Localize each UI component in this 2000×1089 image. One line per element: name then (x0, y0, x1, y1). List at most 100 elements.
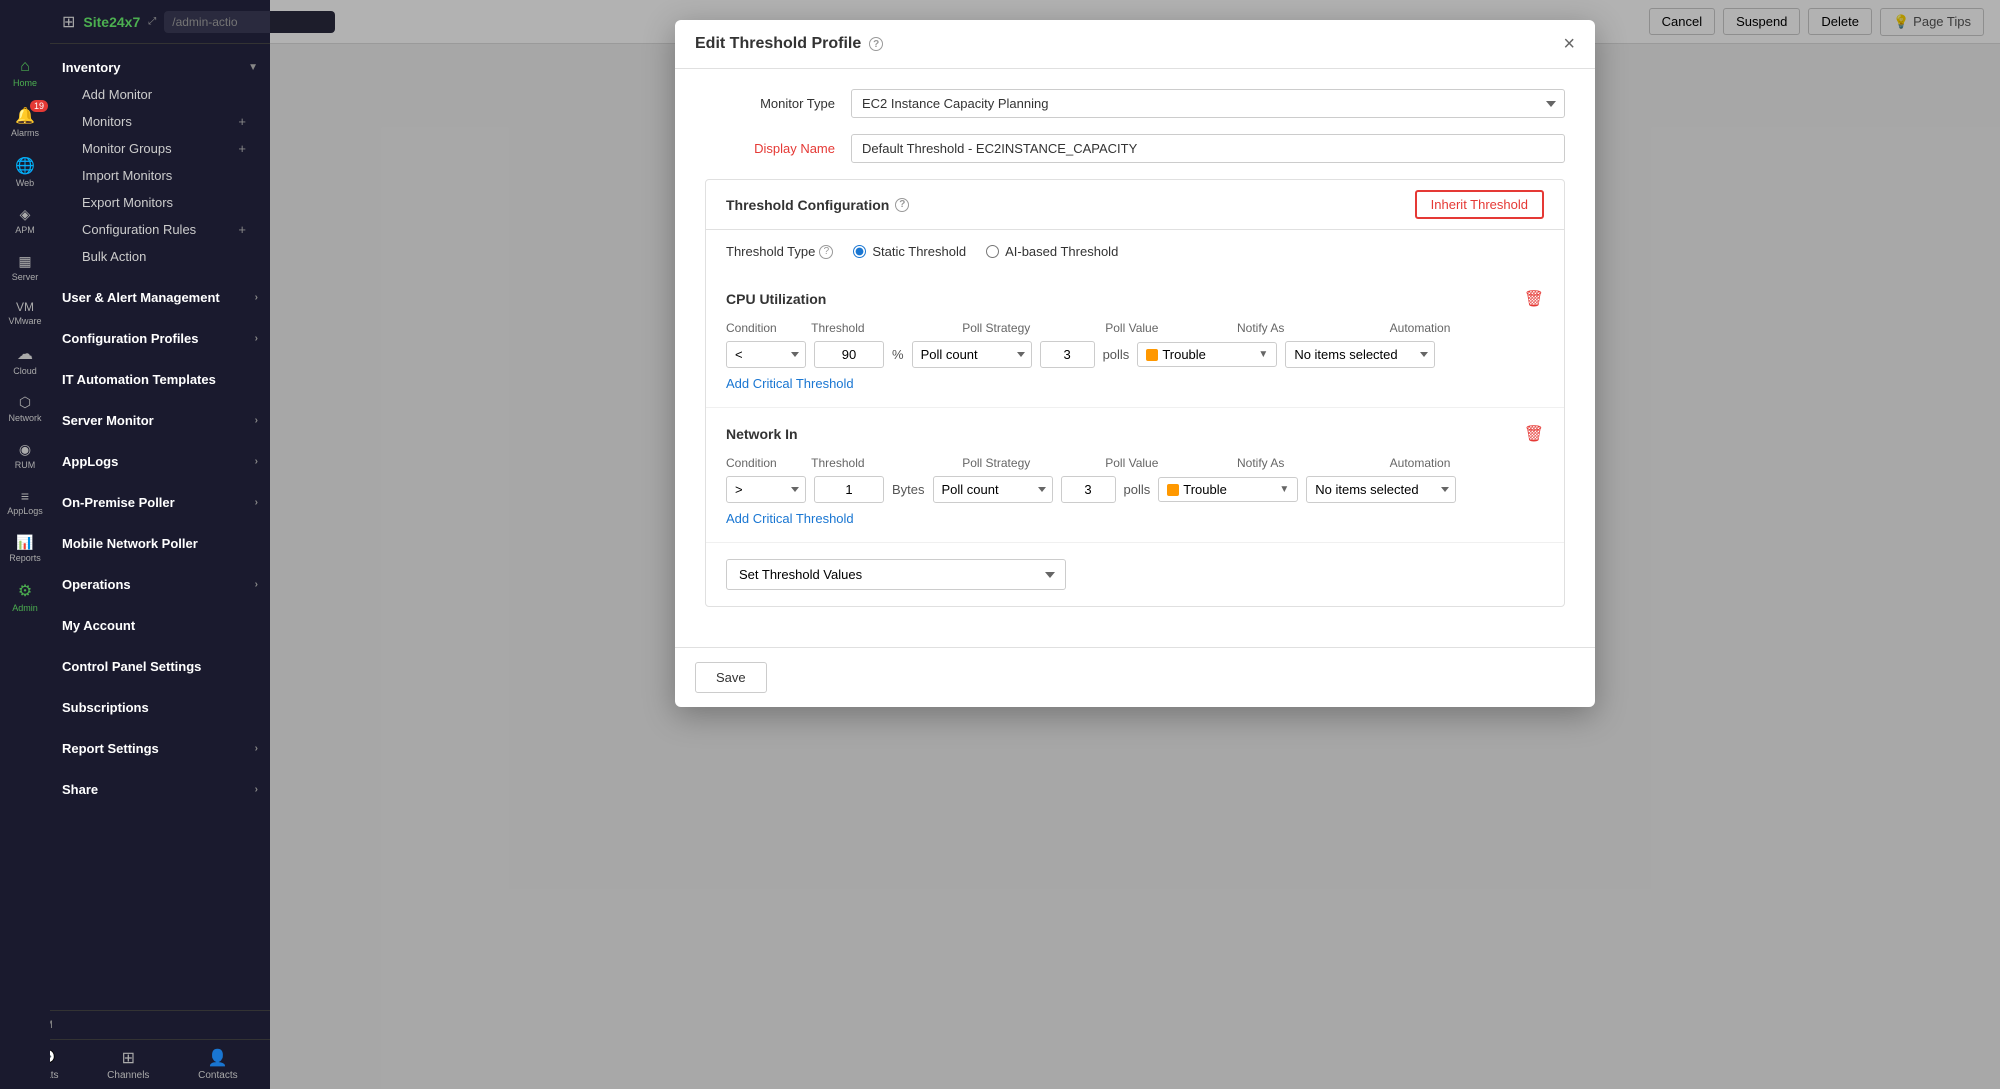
edit-threshold-modal: Edit Threshold Profile ? × Monitor Type … (675, 20, 1595, 707)
set-threshold-select[interactable]: Set Threshold Values (726, 559, 1066, 590)
network-in-delete-icon[interactable]: 🗑 (1524, 424, 1544, 444)
applogs-icon: ≡ (21, 488, 29, 504)
applogs-title[interactable]: AppLogs › (62, 448, 258, 475)
network-in-block: Network In 🗑 Condition Threshold Poll St… (706, 408, 1564, 543)
server-monitor-title[interactable]: Server Monitor › (62, 407, 258, 434)
monitor-type-select[interactable]: EC2 Instance Capacity Planning (851, 89, 1565, 118)
cpu-poll-value-input[interactable] (1040, 341, 1095, 368)
control-panel-title[interactable]: Control Panel Settings (62, 653, 258, 680)
sidebar-section-applogs: AppLogs › (50, 438, 270, 479)
modal-title-info-icon[interactable]: ? (869, 37, 883, 51)
cpu-poll-strategy-select[interactable]: Poll count (912, 341, 1032, 368)
contacts-nav[interactable]: 👤 Contacts (198, 1048, 237, 1081)
sidebar-item-config-rules[interactable]: Configuration Rules + (62, 216, 258, 243)
nav-icon-server[interactable]: ▦ Server (0, 245, 50, 290)
sidebar-item-monitor-groups[interactable]: Monitor Groups + (62, 135, 258, 162)
sidebar-section-user-alert: User & Alert Management › (50, 274, 270, 315)
web-icon: 🌐 (15, 156, 35, 176)
inventory-chevron: ▼ (248, 62, 258, 73)
config-profiles-chevron: › (255, 333, 258, 344)
alarms-badge: 19 (30, 100, 48, 112)
network-in-add-critical-link[interactable]: Add Critical Threshold (726, 511, 854, 526)
cpu-condition-select[interactable]: < > (726, 341, 806, 368)
nav-icon-network[interactable]: ⬡ Network (0, 386, 50, 431)
sidebar-item-bulk-action[interactable]: Bulk Action (62, 243, 258, 270)
network-in-condition-select[interactable]: > < (726, 476, 806, 503)
cpu-notify-label: Trouble (1162, 347, 1206, 362)
config-profiles-title[interactable]: Configuration Profiles › (62, 325, 258, 352)
monitor-type-label: Monitor Type (705, 96, 835, 111)
nav-icon-web[interactable]: 🌐 Web (0, 148, 50, 196)
save-button[interactable]: Save (695, 662, 767, 693)
share-title[interactable]: Share › (62, 776, 258, 803)
inherit-threshold-button[interactable]: Inherit Threshold (1415, 190, 1544, 219)
cpu-automation-select[interactable]: No items selected (1285, 341, 1435, 368)
nav-icon-rum[interactable]: ◉ RUM (0, 433, 50, 478)
server-icon: ▦ (18, 253, 31, 270)
vmware-icon: VM (16, 300, 34, 314)
modal-title: Edit Threshold Profile ? (695, 35, 883, 53)
cpu-delete-icon[interactable]: 🗑 (1524, 289, 1544, 309)
threshold-type-label: Threshold Type ? (726, 244, 833, 259)
nav-icon-reports[interactable]: 📊 Reports (0, 526, 50, 571)
network-in-notify-select[interactable]: Trouble ▼ (1158, 477, 1298, 502)
channels-nav[interactable]: ⊞ Channels (107, 1048, 149, 1081)
network-in-columns: Condition Threshold Poll Strategy Poll V… (726, 456, 1544, 470)
nav-icon-cloud[interactable]: ☁ Cloud (0, 336, 50, 384)
rum-icon: ◉ (19, 441, 31, 458)
cpu-notify-select[interactable]: Trouble ▼ (1137, 342, 1277, 367)
network-in-poll-strategy-select[interactable]: Poll count (933, 476, 1053, 503)
cpu-row: < > % Poll count polls (726, 341, 1544, 368)
report-settings-title[interactable]: Report Settings › (62, 735, 258, 762)
plus-icon: + (238, 114, 246, 129)
nav-icon-home[interactable]: ⌂ Home (0, 50, 50, 96)
network-in-automation-select[interactable]: No items selected (1306, 476, 1456, 503)
display-name-input[interactable] (851, 134, 1565, 163)
reports-icon: 📊 (16, 534, 33, 551)
nav-icon-admin[interactable]: ⚙ Admin (0, 573, 50, 621)
modal-header: Edit Threshold Profile ? × (675, 20, 1595, 69)
cpu-threshold-input[interactable] (814, 341, 884, 368)
network-in-poll-value-input[interactable] (1061, 476, 1116, 503)
display-name-row: Display Name (705, 134, 1565, 163)
sidebar-item-import-monitors[interactable]: Import Monitors (62, 162, 258, 189)
cloud-icon: ☁ (17, 344, 33, 364)
cpu-columns: Condition Threshold Poll Strategy Poll V… (726, 321, 1544, 335)
nav-icon-apm[interactable]: ◈ APM (0, 198, 50, 243)
operations-title[interactable]: Operations › (62, 571, 258, 598)
home-icon: ⌂ (20, 58, 30, 76)
inventory-section-title[interactable]: Inventory ▼ (62, 54, 258, 81)
sidebar-item-add-monitor[interactable]: Add Monitor (62, 81, 258, 108)
threshold-type-info-icon[interactable]: ? (819, 245, 833, 259)
nav-icon-applogs[interactable]: ≡ AppLogs (0, 480, 50, 524)
server-monitor-chevron: › (255, 415, 258, 426)
sidebar-item-export-monitors[interactable]: Export Monitors (62, 189, 258, 216)
sidebar-section-mobile-network: Mobile Network Poller (50, 520, 270, 561)
operations-chevron: › (255, 579, 258, 590)
sidebar-item-monitors[interactable]: Monitors + (62, 108, 258, 135)
on-premise-title[interactable]: On-Premise Poller › (62, 489, 258, 516)
it-automation-title[interactable]: IT Automation Templates (62, 366, 258, 393)
sidebar-section-report-settings: Report Settings › (50, 725, 270, 766)
threshold-config-info-icon[interactable]: ? (895, 198, 909, 212)
nav-icon-vmware[interactable]: VM VMware (0, 292, 50, 334)
resize-icon: ⤢ (148, 16, 156, 27)
modal-body: Monitor Type EC2 Instance Capacity Plann… (675, 69, 1595, 647)
ai-threshold-option[interactable]: AI-based Threshold (986, 244, 1118, 259)
threshold-config-header: Threshold Configuration ? Inherit Thresh… (706, 180, 1564, 230)
network-in-header: Network In 🗑 (726, 424, 1544, 444)
modal-overlay: Edit Threshold Profile ? × Monitor Type … (270, 0, 2000, 1089)
network-in-threshold-input[interactable] (814, 476, 884, 503)
sidebar-section-my-account: My Account (50, 602, 270, 643)
user-alert-title[interactable]: User & Alert Management › (62, 284, 258, 311)
my-account-title[interactable]: My Account (62, 612, 258, 639)
sidebar-section-server-monitor: Server Monitor › (50, 397, 270, 438)
nav-icon-alarms[interactable]: 🔔 19 Alarms (0, 98, 50, 146)
sidebar-section-subscriptions: Subscriptions (50, 684, 270, 725)
static-threshold-option[interactable]: Static Threshold (853, 244, 966, 259)
mobile-network-title[interactable]: Mobile Network Poller (62, 530, 258, 557)
cpu-add-critical-link[interactable]: Add Critical Threshold (726, 376, 854, 391)
subscriptions-title[interactable]: Subscriptions (62, 694, 258, 721)
modal-close-button[interactable]: × (1563, 34, 1575, 54)
trouble-dot-network (1167, 484, 1179, 496)
